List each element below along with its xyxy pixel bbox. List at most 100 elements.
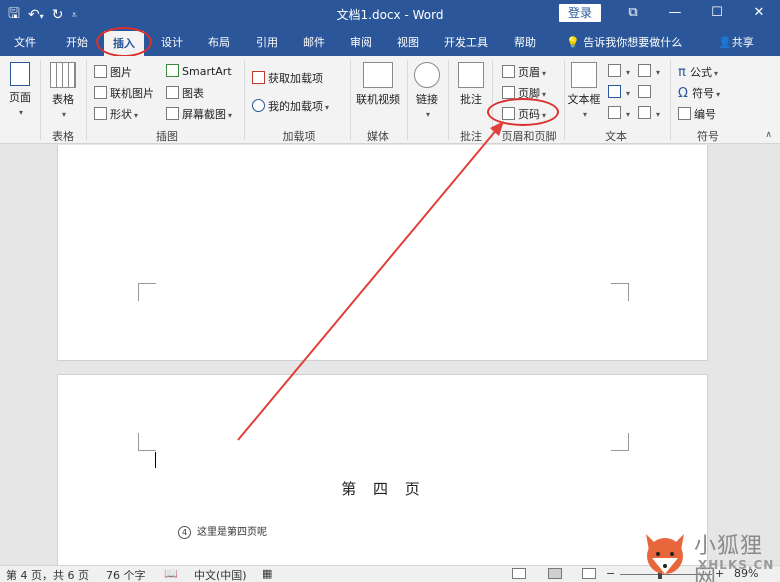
text-group-label: 文本 — [605, 130, 627, 143]
drop-cap-icon — [608, 106, 621, 119]
page-4[interactable]: 第 四 页 4 这里是第四页呢 — [57, 374, 708, 565]
comment-label: 批注 — [460, 93, 482, 106]
tab-developer[interactable]: 开发工具 — [444, 34, 488, 50]
person-icon: 👤 — [718, 36, 732, 49]
my-addins-label: 我的加载项 — [268, 100, 323, 113]
tab-design[interactable]: 设计 — [161, 34, 183, 50]
wordart-button[interactable]: ▾ — [608, 85, 630, 99]
date-time-button[interactable] — [638, 85, 654, 99]
comment-button[interactable]: 批注 — [455, 62, 487, 107]
addins-group-label: 加载项 — [282, 130, 316, 143]
lightbulb-icon: 💡 — [566, 36, 584, 49]
crop-mark — [611, 283, 629, 301]
close-icon[interactable]: ✕ — [738, 0, 780, 26]
collapse-ribbon-icon[interactable]: ∧ — [765, 130, 772, 140]
tab-review[interactable]: 审阅 — [350, 34, 372, 50]
store-icon — [252, 71, 265, 84]
footnote-text: 这里是第四页呢 — [197, 527, 267, 538]
chart-icon — [166, 86, 179, 99]
crop-mark — [138, 283, 156, 301]
symbol-button[interactable]: Ω 符号 ▾ — [678, 85, 720, 101]
tab-help[interactable]: 帮助 — [514, 34, 536, 50]
tab-references[interactable]: 引用 — [256, 34, 278, 50]
smartart-label: SmartArt — [182, 65, 232, 78]
pages-button[interactable]: 页面 ▾ — [6, 62, 34, 118]
get-addins-button[interactable]: 获取加载项 — [252, 70, 323, 86]
page-heading: 第 四 页 — [341, 480, 426, 498]
tab-file[interactable]: 文件 — [14, 34, 36, 50]
tab-view[interactable]: 视图 — [397, 34, 419, 50]
shapes-label: 形状 — [110, 108, 132, 121]
footnote: 4 这里是第四页呢 — [178, 523, 267, 539]
addins-icon — [252, 99, 265, 112]
picture-button[interactable]: 图片 — [94, 64, 132, 80]
illustrations-group-label: 插图 — [156, 130, 178, 143]
ribbon: 页面 ▾ 表格 ▾ 表格 图片 联机图片 形状 ▾ SmartArt 图表 屏幕截图 ▾… — [0, 56, 780, 144]
numbering-button[interactable]: 编号 — [678, 106, 716, 122]
pages-label: 页面 — [9, 91, 31, 104]
share-button[interactable]: 👤共享 — [718, 34, 754, 50]
screenshot-icon — [166, 107, 179, 120]
login-button[interactable]: 登录 — [559, 4, 601, 22]
footer-icon — [502, 86, 515, 99]
print-layout-icon[interactable] — [548, 568, 562, 579]
picture-icon — [94, 65, 107, 78]
object-icon — [638, 106, 651, 119]
header-footer-group-label: 页眉和页脚 — [501, 130, 557, 143]
textbox-label: 文本框 — [567, 93, 601, 106]
annotation-circle-page-number — [487, 98, 559, 126]
symbols-group-label: 符号 — [697, 130, 719, 143]
online-picture-button[interactable]: 联机图片 — [94, 85, 154, 101]
page-3[interactable] — [57, 145, 708, 361]
maximize-icon[interactable]: ☐ — [696, 0, 738, 26]
zoom-out-icon[interactable]: − — [606, 567, 615, 580]
quick-parts-button[interactable]: ▾ — [608, 64, 630, 78]
my-addins-button[interactable]: 我的加载项 ▾ — [252, 98, 329, 114]
share-label: 共享 — [731, 36, 754, 49]
title-bar: 🖫 ↶▾ ↻ ⩡ 文档1.docx - Word 登录 ⧉ — ☐ ✕ — [0, 0, 780, 28]
read-mode-icon[interactable] — [512, 568, 526, 579]
numbering-label: 编号 — [694, 108, 716, 121]
signature-line-button[interactable]: ▾ — [638, 64, 660, 78]
screenshot-button[interactable]: 屏幕截图 ▾ — [166, 106, 232, 122]
language[interactable]: 中文(中国) — [194, 567, 247, 582]
quick-parts-icon — [608, 64, 621, 77]
tab-home[interactable]: 开始 — [66, 34, 88, 50]
tab-mailings[interactable]: 邮件 — [303, 34, 325, 50]
word-count[interactable]: 76 个字 — [106, 567, 146, 582]
drop-cap-button[interactable]: ▾ — [608, 106, 630, 120]
online-video-button[interactable]: 联机视频 — [353, 62, 403, 107]
annotation-circle-insert-tab — [96, 27, 152, 57]
object-button[interactable]: ▾ — [638, 106, 660, 120]
crop-mark — [138, 433, 156, 451]
get-addins-label: 获取加载项 — [268, 72, 323, 85]
date-time-icon — [638, 85, 651, 98]
page-count[interactable]: 第 4 页，共 6 页 — [6, 567, 89, 582]
minimize-icon[interactable]: — — [654, 0, 696, 26]
web-layout-icon[interactable] — [582, 568, 596, 579]
shapes-button[interactable]: 形状 ▾ — [94, 106, 138, 122]
chart-label: 图表 — [182, 87, 204, 100]
tell-me-search[interactable]: 💡 告诉我你想要做什么 — [566, 34, 682, 50]
document-area[interactable]: 第 四 页 4 这里是第四页呢 — [0, 145, 780, 565]
links-button[interactable]: 链接 ▾ — [412, 62, 442, 120]
screenshot-label: 屏幕截图 — [182, 108, 226, 121]
watermark-domain: XHLKS.CN — [698, 558, 775, 572]
equation-button[interactable]: π 公式 ▾ — [678, 64, 718, 80]
links-label: 链接 — [416, 93, 438, 106]
proofing-icon[interactable]: 📖 — [164, 567, 178, 580]
media-group-label: 媒体 — [367, 130, 389, 143]
header-button[interactable]: 页眉 ▾ — [502, 64, 546, 80]
tab-layout[interactable]: 布局 — [208, 34, 230, 50]
header-label: 页眉 — [518, 66, 540, 79]
table-button[interactable]: 表格 ▾ — [48, 62, 78, 120]
online-picture-icon — [94, 86, 107, 99]
ribbon-display-options-icon[interactable]: ⧉ — [612, 0, 654, 26]
crop-mark — [611, 433, 629, 451]
chart-button[interactable]: 图表 — [166, 85, 204, 101]
footnote-number: 4 — [178, 526, 191, 539]
smartart-button[interactable]: SmartArt — [166, 64, 232, 78]
textbox-button[interactable]: 文本框 ▾ — [566, 62, 602, 120]
accessibility-icon[interactable]: ▦ — [262, 567, 272, 580]
watermark-text: 小狐狸网 — [694, 534, 764, 582]
